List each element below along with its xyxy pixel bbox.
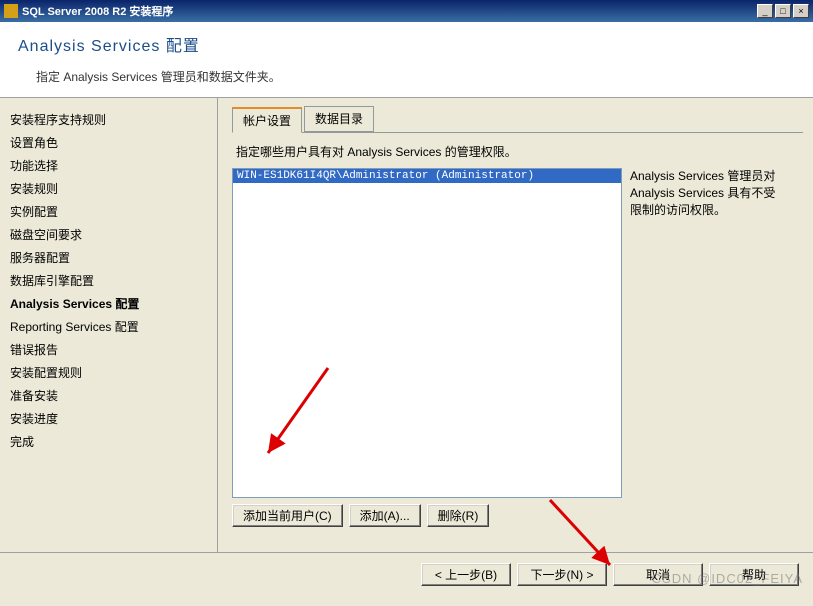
admin-listbox[interactable]: WIN-ES1DK61I4QR\Administrator (Administr… [232,168,622,498]
admin-item-0[interactable]: WIN-ES1DK61I4QR\Administrator (Administr… [233,169,621,183]
window-controls: _ □ × [757,4,809,18]
page-title: Analysis Services 配置 [18,32,795,56]
main-area: 安装程序支持规则设置角色功能选择安装规则实例配置磁盘空间要求服务器配置数据库引擎… [0,98,813,552]
sidebar-item-7[interactable]: 数据库引擎配置 [10,269,209,292]
next-button[interactable]: 下一步(N) > [517,563,607,586]
remove-button[interactable]: 删除(R) [427,504,490,527]
sidebar-item-11[interactable]: 安装配置规则 [10,361,209,384]
tab-body: WIN-ES1DK61I4QR\Administrator (Administr… [232,168,803,498]
minimize-button[interactable]: _ [757,4,773,18]
sidebar-item-6[interactable]: 服务器配置 [10,246,209,269]
page-header: Analysis Services 配置 指定 Analysis Service… [0,22,813,98]
sidebar-item-12[interactable]: 准备安装 [10,384,209,407]
page-subtitle: 指定 Analysis Services 管理员和数据文件夹。 [36,68,795,85]
tab-1[interactable]: 数据目录 [304,106,374,132]
sidebar-item-10[interactable]: 错误报告 [10,338,209,361]
add-button[interactable]: 添加(A)... [349,504,421,527]
help-button[interactable]: 帮助 [709,563,799,586]
sidebar-item-4[interactable]: 实例配置 [10,200,209,223]
tab-strip: 帐户设置数据目录 [232,106,803,133]
sidebar-item-13[interactable]: 安装进度 [10,407,209,430]
tab-0[interactable]: 帐户设置 [232,107,302,133]
sidebar-item-5[interactable]: 磁盘空间要求 [10,223,209,246]
step-sidebar: 安装程序支持规则设置角色功能选择安装规则实例配置磁盘空间要求服务器配置数据库引擎… [0,98,218,552]
wizard-footer: < 上一步(B) 下一步(N) > 取消 帮助 [0,552,813,596]
sidebar-item-2[interactable]: 功能选择 [10,154,209,177]
maximize-button[interactable]: □ [775,4,791,18]
close-button[interactable]: × [793,4,809,18]
back-button[interactable]: < 上一步(B) [421,563,511,586]
content-pane: 帐户设置数据目录 指定哪些用户具有对 Analysis Services 的管理… [218,98,813,552]
cancel-button[interactable]: 取消 [613,563,703,586]
tab-description: 指定哪些用户具有对 Analysis Services 的管理权限。 [236,143,803,160]
admin-hint: Analysis Services 管理员对 Analysis Services… [630,168,780,498]
sidebar-item-0[interactable]: 安装程序支持规则 [10,108,209,131]
sidebar-item-14[interactable]: 完成 [10,430,209,453]
titlebar: SQL Server 2008 R2 安装程序 _ □ × [0,0,813,22]
sidebar-item-8[interactable]: Analysis Services 配置 [10,292,209,315]
window-title: SQL Server 2008 R2 安装程序 [22,3,757,19]
add-current-user-button[interactable]: 添加当前用户(C) [232,504,343,527]
app-icon [4,4,18,18]
sidebar-item-9[interactable]: Reporting Services 配置 [10,315,209,338]
sidebar-item-3[interactable]: 安装规则 [10,177,209,200]
list-button-row: 添加当前用户(C) 添加(A)... 删除(R) [232,504,803,527]
sidebar-item-1[interactable]: 设置角色 [10,131,209,154]
